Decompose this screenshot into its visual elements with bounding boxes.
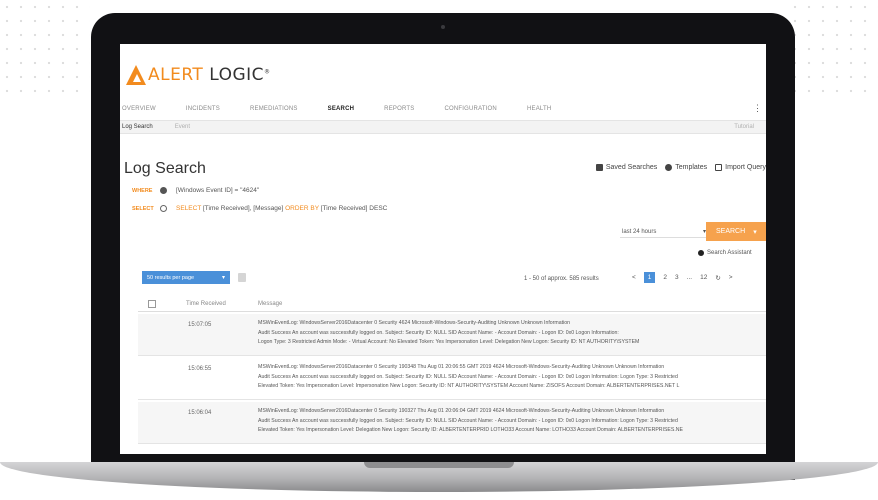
remove-circle-icon[interactable] — [160, 187, 167, 194]
page-3[interactable]: 3 — [675, 274, 679, 281]
table-row[interactable]: 15:06:55 MSWinEventLog: WindowsServer201… — [138, 358, 766, 400]
decorative-dots-right — [788, 0, 878, 100]
nav-remediations[interactable]: REMEDIATIONS — [250, 106, 298, 112]
row-time: 15:07:05 — [188, 322, 212, 328]
where-label: WHERE — [132, 187, 153, 194]
logo-mark-icon — [126, 65, 146, 85]
camera-icon — [441, 25, 445, 29]
search-button[interactable]: SEARCH ▾ — [706, 222, 766, 241]
check-circle-icon — [665, 164, 673, 171]
select-clause-row[interactable]: SELECT SELECT [Time Received], [Message]… — [132, 205, 387, 212]
page-1[interactable]: 1 — [643, 272, 656, 283]
row-message: MSWinEventLog: WindowsServer2016Datacent… — [258, 364, 680, 389]
where-query[interactable]: [Windows Event ID] = "4624" — [176, 187, 259, 194]
where-clause-row[interactable]: WHERE [Windows Event ID] = "4624" — [132, 187, 259, 194]
settings-circle-icon[interactable] — [160, 205, 167, 212]
next-page-icon[interactable]: > — [729, 274, 733, 281]
main-nav: OVERVIEW INCIDENTS REMEDIATIONS SEARCH R… — [120, 102, 766, 116]
nav-reports[interactable]: REPORTS — [384, 106, 414, 112]
more-menu-icon[interactable]: ⋮ — [753, 103, 762, 114]
laptop-notch — [364, 462, 514, 468]
results-per-page-select[interactable]: 50 results per page ▾ — [142, 271, 230, 284]
pagination: < 1 2 3 ... 12 ↻ > — [632, 272, 741, 283]
chevron-down-icon: ▾ — [221, 275, 225, 281]
page-12[interactable]: 12 — [700, 274, 707, 281]
page-title: Log Search — [124, 160, 206, 177]
select-label: SELECT — [132, 205, 154, 212]
select-all-checkbox[interactable] — [148, 299, 156, 308]
time-range-select[interactable]: last 24 hours ▾ — [620, 226, 710, 238]
import-icon — [715, 164, 723, 171]
row-message: MSWinEventLog: WindowsServer2016Datacent… — [258, 408, 683, 433]
column-time-received[interactable]: Time Received — [186, 301, 258, 307]
sub-nav-bar: Log Search Event Tutorial — [120, 120, 766, 134]
search-assistant-link[interactable]: Search Assistant — [698, 250, 752, 256]
header-actions: Saved Searches Templates Import Query — [588, 164, 766, 171]
logo-text: ALERT LOGIC® — [148, 65, 271, 85]
import-query-button[interactable]: Import Query — [715, 164, 766, 171]
subnav-event[interactable]: Event — [175, 124, 190, 130]
templates-button[interactable]: Templates — [665, 164, 707, 171]
chevron-down-icon: ▾ — [753, 228, 757, 236]
select-query[interactable]: SELECT [Time Received], [Message] ORDER … — [176, 205, 387, 212]
table-header: Time Received Message — [138, 296, 766, 312]
row-message: MSWinEventLog: WindowsServer2016Datacent… — [258, 320, 640, 345]
page-2[interactable]: 2 — [663, 274, 667, 281]
alert-logic-logo[interactable]: ALERT LOGIC® — [126, 62, 271, 88]
subnav-log-search[interactable]: Log Search — [122, 124, 153, 130]
nav-search[interactable]: SEARCH — [328, 106, 355, 112]
subnav-tutorial[interactable]: Tutorial — [734, 124, 754, 130]
results-count: 1 - 50 of approx. 585 results — [524, 276, 599, 282]
column-message[interactable]: Message — [258, 301, 282, 307]
nav-overview[interactable]: OVERVIEW — [122, 106, 156, 112]
row-time: 15:06:04 — [188, 410, 212, 416]
refresh-icon[interactable]: ↻ — [715, 274, 720, 282]
assistant-icon — [698, 250, 704, 256]
nav-incidents[interactable]: INCIDENTS — [186, 106, 220, 112]
table-row[interactable]: 15:06:04 MSWinEventLog: WindowsServer201… — [138, 402, 766, 444]
row-time: 15:06:55 — [188, 366, 212, 372]
prev-page-icon[interactable]: < — [632, 274, 636, 281]
save-icon — [595, 164, 603, 171]
decorative-dots-left — [0, 0, 90, 100]
nav-configuration[interactable]: CONFIGURATION — [444, 106, 497, 112]
saved-searches-button[interactable]: Saved Searches — [595, 164, 657, 171]
app-screen: ALERT LOGIC® OVERVIEW INCIDENTS REMEDIAT… — [120, 44, 766, 454]
export-icon[interactable] — [238, 273, 246, 282]
page-ellipsis: ... — [686, 274, 693, 281]
nav-health[interactable]: HEALTH — [527, 106, 551, 112]
table-row[interactable]: 15:07:05 MSWinEventLog: WindowsServer201… — [138, 314, 766, 356]
